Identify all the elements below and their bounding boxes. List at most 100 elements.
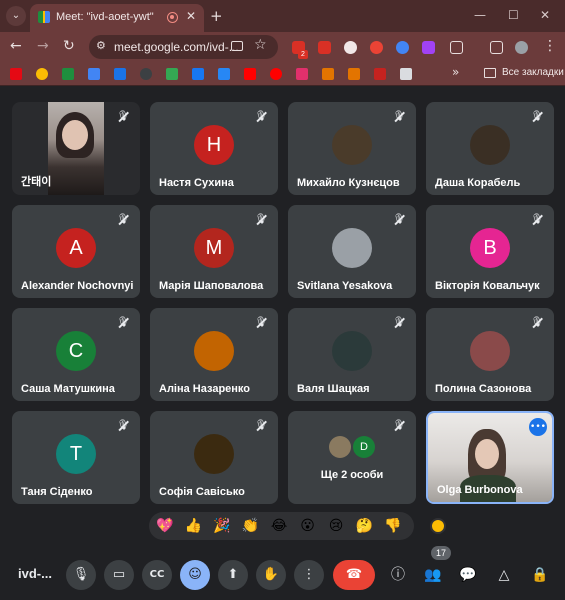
participant-tile[interactable]: Н 🎙 Настя Сухина (150, 102, 278, 195)
skin-tone-selector[interactable] (430, 518, 446, 534)
participant-name: Софія Савісько (159, 486, 245, 498)
participant-tile[interactable]: В 🎙 Вікторія Ковальчук (426, 205, 554, 298)
browser-toolbar: ← → ↻ ⚙ meet.google.com/ivd-... ☆ 2 ⋮ (0, 32, 565, 62)
tab-close-icon[interactable]: ✕ (186, 9, 196, 23)
present-screen-button[interactable]: ⬆ (218, 560, 248, 590)
participant-tile[interactable]: С 🎙 Саша Матушкина (12, 308, 140, 401)
participant-tile[interactable]: 🎙 Валя Шацкая (288, 308, 416, 401)
reaction-button[interactable]: 👏 (241, 516, 261, 536)
instagram-bookmark-icon[interactable] (296, 68, 308, 80)
avatar (332, 125, 372, 165)
address-bar[interactable]: ⚙ meet.google.com/ivd-... ☆ (89, 35, 278, 59)
participant-tile[interactable]: 🎙 Даша Корабель (426, 102, 554, 195)
avatar: М (194, 228, 234, 268)
participant-tile[interactable]: 🎙 Михайло Кузнєцов (288, 102, 416, 195)
meeting-details-icon[interactable]: ⓘ (388, 565, 408, 585)
new-tab-plus-icon[interactable]: + (210, 7, 223, 25)
reaction-button[interactable]: 👍 (184, 516, 204, 536)
participant-name: Настя Сухина (159, 177, 234, 189)
participant-name: Марія Шаповалова (159, 280, 264, 292)
participant-count-badge: 17 (431, 546, 451, 560)
profile-avatar-icon[interactable] (515, 41, 528, 54)
captions-button[interactable]: CC (142, 560, 172, 590)
bookmark-icon[interactable] (166, 68, 178, 80)
reaction-button[interactable]: 💖 (155, 516, 175, 536)
participant-tile[interactable]: A 🎙 Alexander Nochovnyi (12, 205, 140, 298)
camera-button[interactable]: ▭ (104, 560, 134, 590)
all-bookmarks-link[interactable]: Все закладки (502, 67, 564, 78)
participant-tile[interactable]: 🎙 Аліна Назаренко (150, 308, 278, 401)
reload-icon[interactable]: ↻ (63, 38, 75, 54)
bookmark-icon[interactable] (88, 68, 100, 80)
forward-icon[interactable]: → (37, 38, 49, 54)
host-controls-lock-icon[interactable]: 🔒 (530, 565, 550, 585)
close-icon[interactable]: ✕ (540, 8, 550, 22)
side-panel-icon[interactable] (490, 41, 503, 54)
back-icon[interactable]: ← (10, 38, 22, 54)
reaction-button[interactable]: 😮 (298, 516, 318, 536)
avatar (470, 125, 510, 165)
reaction-button[interactable]: 😢 (326, 516, 346, 536)
extension-icon[interactable] (422, 41, 435, 54)
more-bookmarks-icon[interactable]: » (452, 65, 459, 79)
avatar (332, 331, 372, 371)
leave-call-button[interactable]: ☎ (333, 560, 375, 590)
vk-bookmark-icon[interactable] (218, 68, 230, 80)
extension-icon[interactable] (370, 41, 383, 54)
reactions-button[interactable]: ☺ (180, 560, 210, 590)
extension-icon[interactable] (344, 41, 357, 54)
avatar (332, 228, 372, 268)
participant-name: Alexander Nochovnyi (21, 280, 134, 292)
extension-icon[interactable] (396, 41, 409, 54)
participant-tile[interactable]: ••• Olga Burbonova (426, 411, 554, 504)
reaction-button[interactable]: 🤔 (355, 516, 375, 536)
extension-icon[interactable] (318, 41, 331, 54)
youtube-bookmark-icon[interactable] (270, 68, 282, 80)
activities-icon[interactable]: △ (494, 565, 514, 585)
participant-tile[interactable]: М 🎙 Марія Шаповалова (150, 205, 278, 298)
bookmark-icon[interactable] (114, 68, 126, 80)
recording-indicator-icon (167, 12, 178, 23)
bookmark-icon[interactable] (374, 68, 386, 80)
netflix-bookmark-icon[interactable] (10, 68, 22, 80)
reaction-button[interactable]: 😂 (269, 516, 289, 536)
youtube-bookmark-icon[interactable] (244, 68, 256, 80)
bookmark-icon[interactable] (348, 68, 360, 80)
participant-name: Таня Сіденко (21, 486, 93, 498)
extensions-puzzle-icon[interactable] (450, 41, 463, 54)
menu-kebab-icon[interactable]: ⋮ (543, 38, 557, 54)
participant-tile[interactable]: 🎙 간태이 (12, 102, 140, 195)
microphone-button[interactable]: 🎙 (66, 560, 96, 590)
bookmark-icon[interactable] (36, 68, 48, 80)
reaction-button[interactable]: 🎉 (212, 516, 232, 536)
participant-tile[interactable]: T 🎙 Таня Сіденко (12, 411, 140, 504)
participant-name: Svitlana Yesakova (297, 280, 393, 292)
bookmark-icon[interactable] (140, 68, 152, 80)
people-icon[interactable]: 👥 (423, 565, 443, 585)
tab-search-chevron-down-icon[interactable]: ⌄ (6, 6, 26, 26)
meeting-code[interactable]: ivd-... (18, 566, 52, 581)
reaction-button[interactable]: 👎 (383, 516, 403, 536)
facebook-bookmark-icon[interactable] (192, 68, 204, 80)
tile-more-options-icon[interactable]: ••• (529, 418, 547, 436)
bookmark-icon[interactable] (62, 68, 74, 80)
participant-name: Olga Burbonova (437, 484, 523, 496)
chat-icon[interactable]: 💬 (458, 565, 478, 585)
participant-name: Аліна Назаренко (159, 383, 251, 395)
tab-meet[interactable]: Meet: "ivd-aoet-ywt" ✕ (30, 4, 204, 32)
bookmark-icon[interactable] (322, 68, 334, 80)
maximize-icon[interactable]: ☐ (508, 8, 519, 22)
microphone-off-icon: 🎙 (114, 417, 132, 435)
raise-hand-button[interactable]: ✋ (256, 560, 286, 590)
participant-tile[interactable]: 🎙 Svitlana Yesakova (288, 205, 416, 298)
participant-tile[interactable]: 🎙 Софія Савісько (150, 411, 278, 504)
site-settings-icon[interactable]: ⚙ (96, 39, 106, 52)
bookmark-star-icon[interactable]: ☆ (254, 37, 267, 53)
participant-tile[interactable]: D 🎙 Ще 2 особи (288, 411, 416, 504)
more-options-button[interactable]: ⋮ (294, 560, 324, 590)
avatar: T (56, 434, 96, 474)
camera-in-use-icon[interactable] (231, 41, 243, 51)
bookmark-icon[interactable] (400, 68, 412, 80)
minimize-icon[interactable]: — (474, 8, 486, 22)
participant-tile[interactable]: 🎙 Полина Сазонова (426, 308, 554, 401)
